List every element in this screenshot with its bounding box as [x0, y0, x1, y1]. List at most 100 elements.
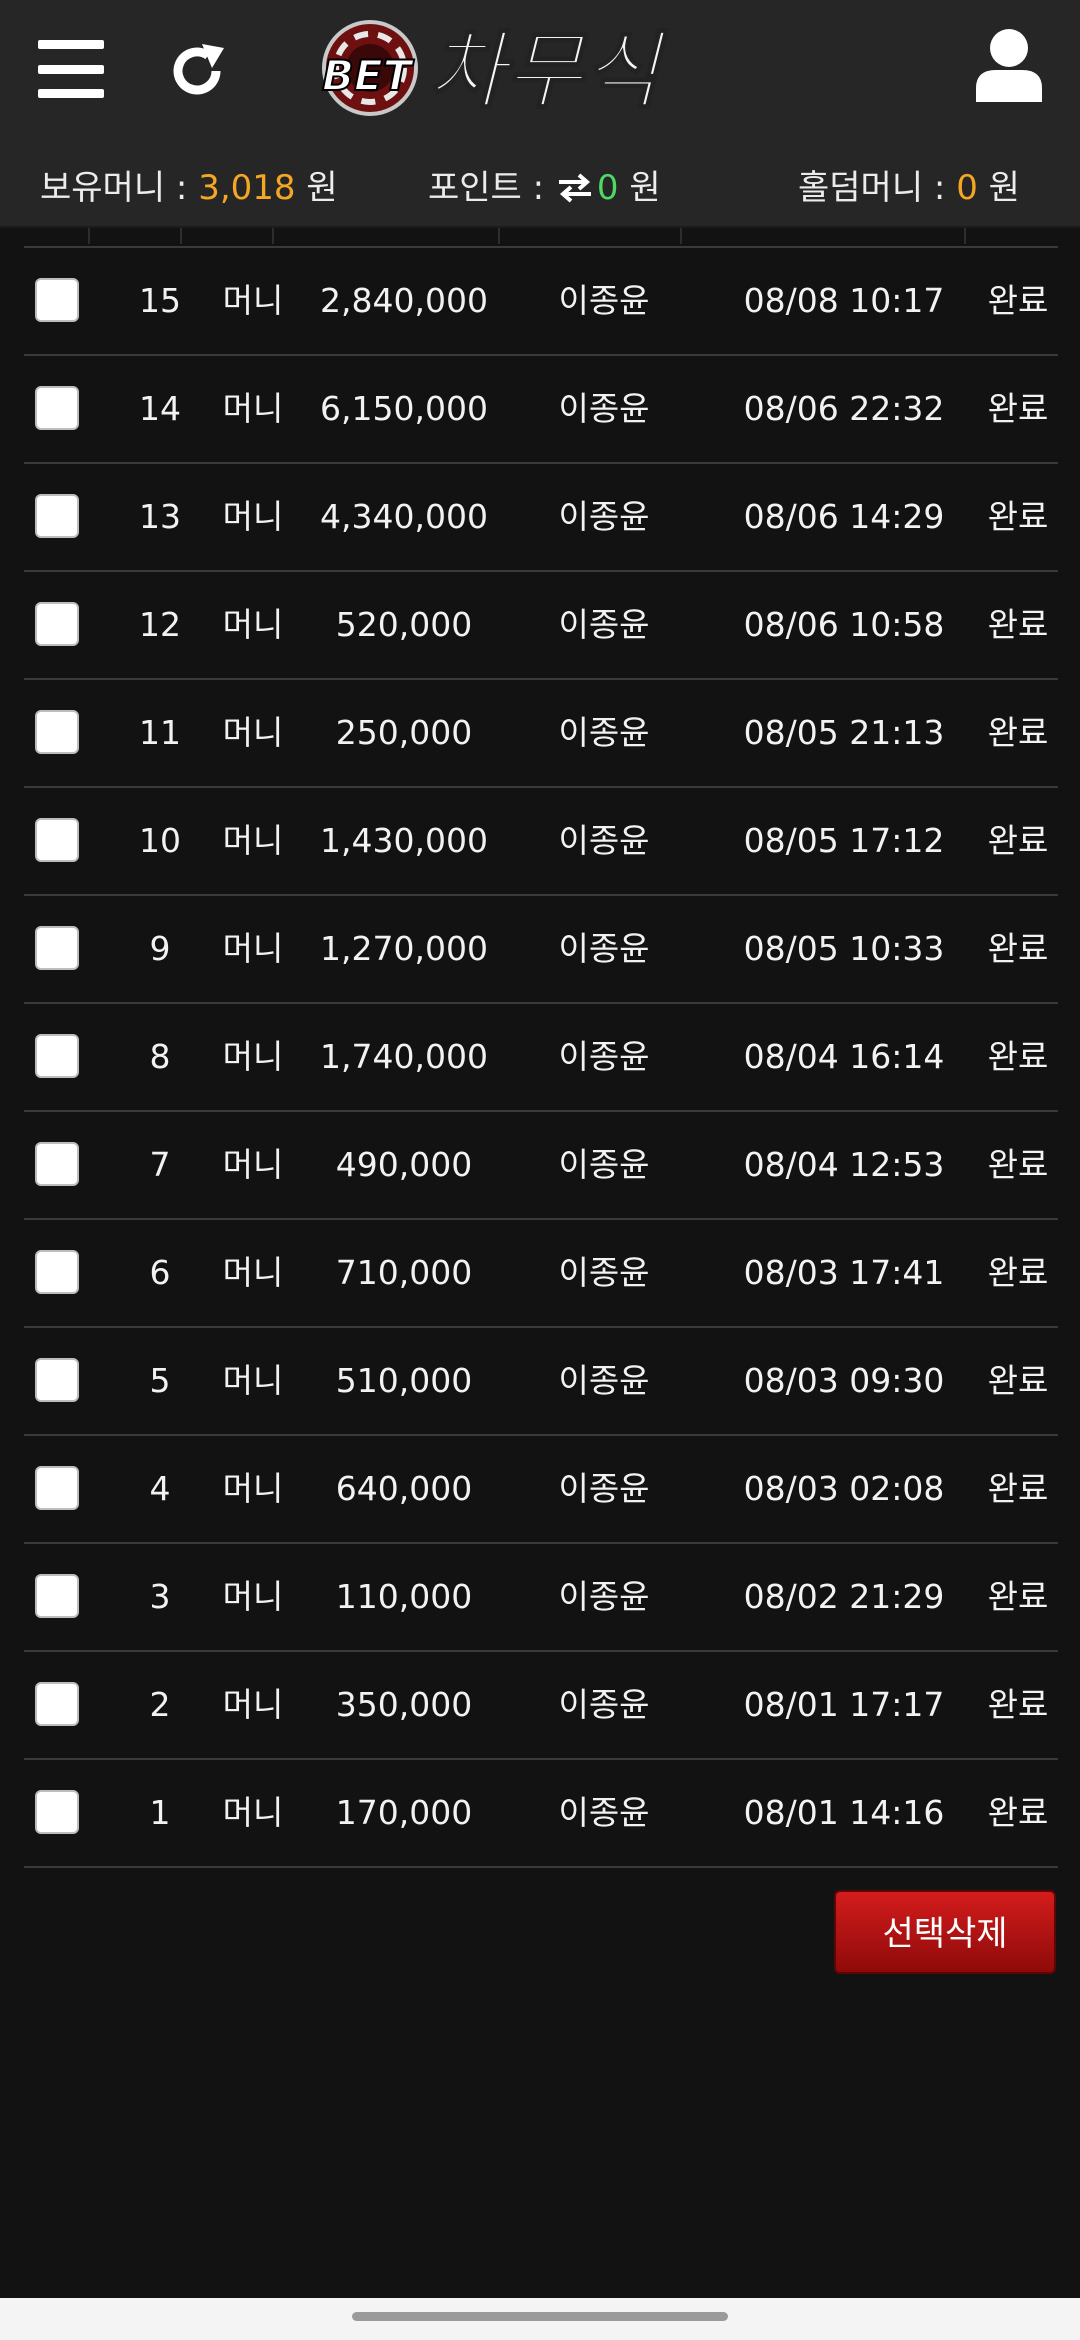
home-indicator[interactable] [352, 2312, 728, 2321]
system-navigation-bar [0, 2298, 1080, 2340]
table-row[interactable]: 8 머니 1,740,000 이종윤 08/04 16:14 완료 [24, 1004, 1058, 1112]
row-name: 이종윤 [558, 605, 650, 644]
row-date: 08/03 09:30 [743, 1361, 945, 1400]
table-row[interactable]: 2 머니 350,000 이종윤 08/01 17:17 완료 [24, 1652, 1058, 1760]
row-checkbox[interactable] [35, 601, 79, 646]
row-checkbox-cell [24, 1112, 90, 1218]
row-number: 12 [139, 605, 181, 644]
user-icon[interactable] [974, 28, 1044, 102]
row-number: 6 [149, 1253, 171, 1292]
table-row[interactable]: 9 머니 1,270,000 이종윤 08/05 10:33 완료 [24, 896, 1058, 1004]
row-date: 08/04 16:14 [743, 1037, 945, 1076]
row-status: 완료 [987, 1793, 1049, 1832]
table-row[interactable]: 5 머니 510,000 이종윤 08/03 09:30 완료 [24, 1328, 1058, 1436]
row-name: 이종윤 [558, 497, 650, 536]
held-money: 보유머니 : 3,018 원 [40, 160, 338, 209]
row-date: 08/04 12:53 [743, 1145, 945, 1184]
hamburger-menu-icon[interactable] [38, 40, 104, 98]
table-header-strip [24, 228, 1058, 248]
held-money-unit: 원 [295, 168, 338, 208]
row-name: 이종윤 [558, 1469, 650, 1508]
table-row[interactable]: 13 머니 4,340,000 이종윤 08/06 14:29 완료 [24, 464, 1058, 572]
holdem-money-value: 0 [956, 168, 978, 208]
row-date: 08/06 22:32 [743, 389, 945, 428]
row-number: 11 [139, 713, 181, 752]
row-name: 이종윤 [558, 1793, 650, 1832]
table-row[interactable]: 4 머니 640,000 이종윤 08/03 02:08 완료 [24, 1436, 1058, 1544]
row-status: 완료 [987, 929, 1049, 968]
refresh-icon[interactable] [164, 38, 230, 104]
row-number: 7 [149, 1145, 171, 1184]
app-header: BET 차무식 [0, 0, 1080, 140]
table-body: 15 머니 2,840,000 이종윤 08/08 10:17 완료 14 머니 6,150,0… [24, 248, 1058, 1868]
row-checkbox-cell [24, 896, 90, 1002]
row-checkbox[interactable] [35, 1033, 79, 1078]
row-checkbox-cell [24, 1004, 90, 1110]
row-amount: 350,000 [335, 1685, 473, 1724]
row-amount: 1,430,000 [320, 821, 488, 860]
point-label: 포인트 : [428, 168, 555, 208]
row-date: 08/01 17:17 [743, 1685, 945, 1724]
logo-main-text: 차무식 [428, 22, 669, 120]
row-checkbox[interactable] [35, 817, 79, 862]
row-checkbox[interactable] [35, 1357, 79, 1402]
row-number: 9 [149, 929, 171, 968]
row-checkbox[interactable] [35, 277, 79, 322]
row-number: 14 [139, 389, 181, 428]
row-checkbox[interactable] [35, 1141, 79, 1186]
row-status: 완료 [987, 821, 1049, 860]
point-value: 0 [596, 168, 619, 208]
row-checkbox-cell [24, 680, 90, 786]
table-row[interactable]: 3 머니 110,000 이종윤 08/02 21:29 완료 [24, 1544, 1058, 1652]
row-date: 08/05 17:12 [743, 821, 945, 860]
row-name: 이종윤 [558, 1145, 650, 1184]
row-amount: 1,740,000 [320, 1037, 488, 1076]
table-row[interactable]: 6 머니 710,000 이종윤 08/03 17:41 완료 [24, 1220, 1058, 1328]
held-money-value: 3,018 [198, 168, 296, 208]
table-row[interactable]: 1 머니 170,000 이종윤 08/01 14:16 완료 [24, 1760, 1058, 1868]
row-checkbox[interactable] [35, 925, 79, 970]
row-checkbox[interactable] [35, 493, 79, 538]
row-checkbox-cell [24, 356, 90, 462]
row-status: 완료 [987, 713, 1049, 752]
row-checkbox[interactable] [35, 1681, 79, 1726]
row-checkbox-cell [24, 1544, 90, 1650]
row-date: 08/03 17:41 [743, 1253, 945, 1292]
row-checkbox-cell [24, 1328, 90, 1434]
row-status: 완료 [987, 1685, 1049, 1724]
row-amount: 110,000 [335, 1577, 473, 1616]
row-number: 3 [149, 1577, 171, 1616]
row-status: 완료 [987, 1361, 1049, 1400]
table-row[interactable]: 7 머니 490,000 이종윤 08/04 12:53 완료 [24, 1112, 1058, 1220]
row-amount: 510,000 [335, 1361, 473, 1400]
row-amount: 490,000 [335, 1145, 473, 1184]
row-checkbox[interactable] [35, 385, 79, 430]
holdem-money: 홀덤머니 : 0 원 [798, 160, 1020, 209]
row-checkbox[interactable] [35, 1573, 79, 1618]
row-name: 이종윤 [558, 713, 650, 752]
row-date: 08/06 14:29 [743, 497, 945, 536]
row-number: 13 [139, 497, 181, 536]
brand-logo: BET 차무식 [321, 20, 670, 121]
row-number: 10 [139, 821, 181, 860]
row-status: 완료 [987, 605, 1049, 644]
delete-selected-button[interactable]: 선택삭제 [834, 1890, 1056, 1974]
row-checkbox[interactable] [35, 1789, 79, 1834]
row-status: 완료 [987, 1577, 1049, 1616]
table-row[interactable]: 12 머니 520,000 이종윤 08/06 10:58 완료 [24, 572, 1058, 680]
row-date: 08/01 14:16 [743, 1793, 945, 1832]
row-amount: 640,000 [335, 1469, 473, 1508]
table-row[interactable]: 14 머니 6,150,000 이종윤 08/06 22:32 완료 [24, 356, 1058, 464]
balance-bar: 보유머니 : 3,018 원 포인트 : 0 원 홀덤머니 : 0 원 [0, 140, 1080, 228]
row-checkbox-cell [24, 248, 90, 354]
row-checkbox[interactable] [35, 1465, 79, 1510]
swap-arrows-icon[interactable] [557, 173, 593, 203]
row-checkbox[interactable] [35, 709, 79, 754]
row-checkbox[interactable] [35, 1249, 79, 1294]
row-amount: 170,000 [335, 1793, 473, 1832]
page: BET 차무식 보유머니 : 3,018 원 포인트 : 0 원 홀덤머니 : … [0, 0, 1080, 2340]
table-row[interactable]: 15 머니 2,840,000 이종윤 08/08 10:17 완료 [24, 248, 1058, 356]
table-row[interactable]: 10 머니 1,430,000 이종윤 08/05 17:12 완료 [24, 788, 1058, 896]
row-name: 이종윤 [558, 1577, 650, 1616]
table-row[interactable]: 11 머니 250,000 이종윤 08/05 21:13 완료 [24, 680, 1058, 788]
